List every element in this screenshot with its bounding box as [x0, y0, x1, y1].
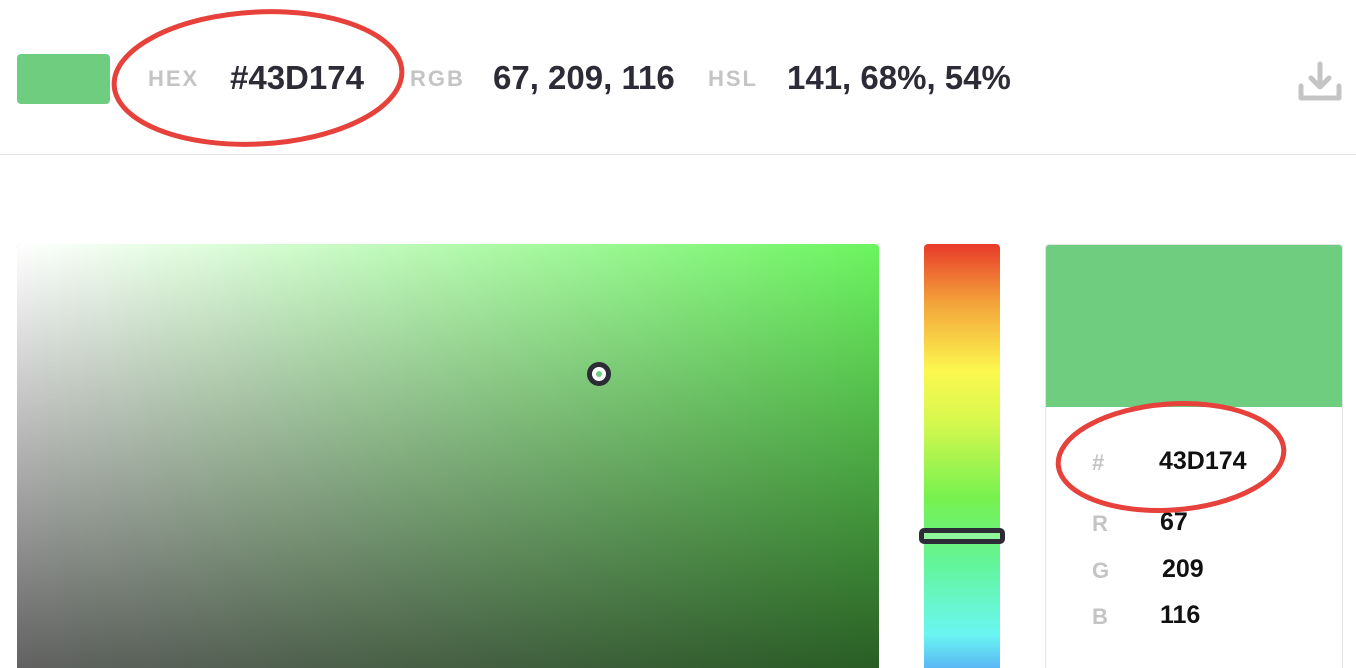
color-preview [1046, 245, 1342, 407]
hue-slider[interactable] [919, 244, 1005, 668]
color-detail-panel: # 43D174 R 67 G 209 B 116 [1045, 244, 1343, 668]
panel-g-input[interactable]: 209 [1162, 555, 1204, 584]
download-icon [1298, 61, 1342, 101]
hue-slider-handle[interactable] [919, 528, 1005, 544]
hex-label: HEX [148, 66, 200, 91]
panel-hex-label: # [1092, 450, 1105, 475]
color-swatch [17, 54, 110, 104]
rgb-label: RGB [410, 66, 465, 91]
hex-value[interactable]: #43D174 [230, 59, 364, 97]
picker-handle[interactable] [587, 362, 611, 386]
hsl-value[interactable]: 141, 68%, 54% [787, 59, 1011, 97]
panel-g-label: G [1092, 558, 1110, 583]
color-info-header: HEX #43D174 RGB 67, 209, 116 HSL 141, 68… [0, 0, 1356, 155]
panel-hex-input[interactable]: 43D174 [1159, 447, 1247, 476]
black-gradient-layer [17, 244, 879, 668]
panel-r-input[interactable]: 67 [1160, 508, 1188, 537]
saturation-value-picker[interactable] [17, 244, 879, 668]
download-button[interactable] [1296, 60, 1344, 104]
panel-b-input[interactable]: 116 [1160, 601, 1200, 630]
panel-b-label: B [1092, 604, 1108, 629]
picker-handle-dot [596, 371, 602, 377]
panel-r-label: R [1092, 511, 1108, 536]
hsl-label: HSL [708, 66, 758, 91]
rgb-value[interactable]: 67, 209, 116 [493, 59, 675, 97]
